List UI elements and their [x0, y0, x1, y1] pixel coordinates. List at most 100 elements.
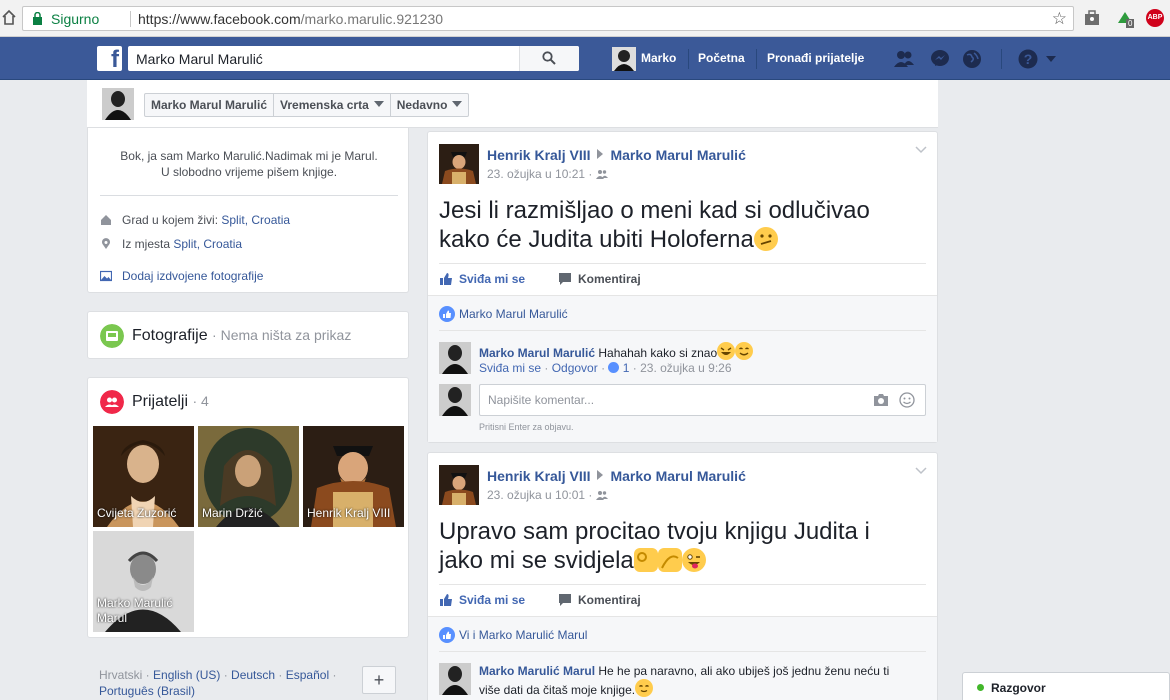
notifications-globe-icon[interactable] [961, 49, 983, 69]
secure-label: Sigurno [51, 11, 100, 27]
friend-name: Henrik Kralj VIII [307, 506, 391, 520]
friend-tile[interactable]: Marin Držić [198, 426, 299, 527]
chat-label: Razgovor [991, 681, 1046, 695]
comment-like-count[interactable]: 1 [623, 361, 630, 375]
home-icon[interactable] [2, 9, 16, 25]
friends-audience-icon [595, 491, 608, 500]
friend-tile[interactable]: Henrik Kralj VIII [303, 426, 404, 527]
nav-find-friends-link[interactable]: Pronađi prijatelje [767, 51, 864, 65]
post-timestamp[interactable]: 23. ožujka u 10:21 · [487, 167, 608, 181]
friend-tile[interactable]: Cvijeta Zuzorić [93, 426, 194, 527]
avatar[interactable] [439, 663, 471, 695]
language-link[interactable]: Deutsch [231, 668, 275, 682]
likers-summary[interactable]: Vi i Marko Marulić Marul [439, 627, 587, 643]
facebook-navbar: f Marko Početna Pronađi prijatelje ? [0, 37, 1170, 80]
emoji-picker-icon[interactable] [899, 392, 915, 408]
avatar[interactable] [612, 47, 636, 71]
like-button[interactable]: Sviđa mi se [439, 593, 525, 607]
messenger-icon[interactable] [929, 49, 951, 69]
current-language: Hrvatski [99, 668, 143, 682]
language-link[interactable]: Português (Brasil) [99, 684, 195, 698]
like-reaction-icon [439, 306, 455, 322]
url-text[interactable]: https://www.facebook.com/marko.marulic.9… [138, 11, 443, 27]
adblock-icon[interactable]: ABP [1146, 9, 1164, 27]
divider [439, 330, 926, 331]
from-link[interactable]: Split, Croatia [173, 237, 242, 251]
friend-tile[interactable]: Marko Marulić Marul [93, 531, 194, 632]
post-author-link[interactable]: Henrik Kralj VIII [487, 468, 590, 484]
post-target-link[interactable]: Marko Marul Marulić [610, 147, 745, 163]
friend-name: Cvijeta Zuzorić [97, 506, 177, 520]
camera-icon[interactable] [873, 393, 889, 407]
post-options-chevron-icon[interactable] [915, 467, 927, 475]
account-caret-down-icon[interactable] [1044, 54, 1058, 64]
post-options-chevron-icon[interactable] [915, 146, 927, 154]
comment-author-link[interactable]: Marko Marulić Marul [479, 664, 595, 678]
facebook-logo-icon[interactable]: f [97, 46, 122, 73]
comment-button[interactable]: Komentiraj [558, 272, 641, 286]
flexed-biceps-emoji-icon [657, 548, 682, 572]
url-host: https://www.facebook.com [138, 11, 301, 27]
search-box [128, 46, 579, 71]
from-row: Iz mjesta Split, Croatia [100, 237, 242, 251]
post-author-link[interactable]: Henrik Kralj VIII [487, 147, 590, 163]
avatar[interactable] [439, 465, 479, 505]
comment-composer [479, 384, 926, 416]
comment-text: Marko Marul Marulić Hahahah kako si znao [479, 342, 919, 361]
nav-divider [756, 49, 757, 69]
friends-audience-icon [595, 170, 608, 179]
timeline-dropdown[interactable]: Vremenska crta [274, 94, 391, 116]
language-link[interactable]: English (US) [153, 668, 220, 682]
avatar[interactable] [439, 144, 479, 184]
avatar[interactable] [102, 88, 134, 120]
post-body-text: Jesi li razmišljao o meni kad si odlučiv… [439, 197, 870, 253]
comment-time[interactable]: 23. ožujka u 9:26 [640, 361, 731, 375]
confused-emoji-icon [753, 227, 778, 251]
photos-title[interactable]: Fotografije · Nema ništa za prikaz [132, 327, 351, 345]
like-reaction-icon [608, 362, 620, 373]
enter-to-post-hint: Pritisni Enter za objavu. [479, 422, 574, 432]
friend-name: Marin Držić [202, 506, 263, 520]
comment-like-link[interactable]: Sviđa mi se [479, 361, 541, 375]
nav-profile-link[interactable]: Marko [641, 51, 676, 65]
post-target-link[interactable]: Marko Marul Marulić [610, 468, 745, 484]
timeline-nav-buttons: Marko Marul Marulić Vremenska crta Nedav… [144, 93, 470, 117]
search-button[interactable] [519, 46, 579, 71]
friends-title[interactable]: Prijatelji · 4 [132, 393, 209, 411]
comment-author-link[interactable]: Marko Marul Marulić [479, 346, 595, 360]
comment-input[interactable] [480, 385, 860, 415]
avatar[interactable] [439, 342, 471, 374]
nav-divider [1001, 49, 1002, 69]
comment-button[interactable]: Komentiraj [558, 593, 641, 607]
bio-line: Bok, ja sam Marko Marulić.Nadimak mi je … [120, 149, 378, 163]
recent-dropdown[interactable]: Nedavno [391, 94, 469, 116]
post-timestamp[interactable]: 23. ožujka u 10:01 · [487, 488, 608, 502]
lives-in-link[interactable]: Split, Croatia [221, 213, 290, 227]
profile-name-button[interactable]: Marko Marul Marulić [145, 94, 275, 116]
like-button[interactable]: Sviđa mi se [439, 272, 525, 286]
address-bar[interactable]: Sigurno https://www.facebook.com/marko.m… [22, 6, 1074, 31]
comment-reply-link[interactable]: Odgovor [552, 361, 598, 375]
extension-green-icon[interactable]: 0 [1116, 9, 1135, 28]
comments-section: Marko Marul Marulić Marko Marul Marulić … [428, 295, 937, 442]
like-label: Sviđa mi se [459, 272, 526, 286]
nav-home-link[interactable]: Početna [698, 51, 745, 65]
search-input[interactable] [128, 46, 538, 71]
more-languages-button[interactable]: + [362, 666, 396, 694]
from-label: Iz mjesta [122, 237, 171, 251]
bookmark-star-icon[interactable]: ☆ [1052, 9, 1067, 29]
extension-briefcase-icon[interactable] [1083, 9, 1101, 27]
likers-summary[interactable]: Marko Marul Marulić [439, 306, 568, 322]
help-icon[interactable]: ? [1017, 49, 1039, 69]
comment-icon [559, 273, 571, 285]
chat-bar[interactable]: Razgovor [962, 672, 1170, 700]
divider [439, 651, 926, 652]
add-featured-photos[interactable]: Dodaj izdvojene fotografije [100, 269, 263, 283]
post-time-text: 23. ožujka u 10:21 [487, 167, 586, 181]
extension-badge: 0 [1126, 19, 1135, 28]
winking-tongue-emoji-icon [681, 548, 706, 572]
friend-requests-icon[interactable] [893, 49, 915, 69]
url-path: /marko.marulic.921230 [300, 11, 444, 27]
photos-empty-label: Nema ništa za prikaz [220, 327, 352, 343]
language-link[interactable]: Español [286, 668, 329, 682]
